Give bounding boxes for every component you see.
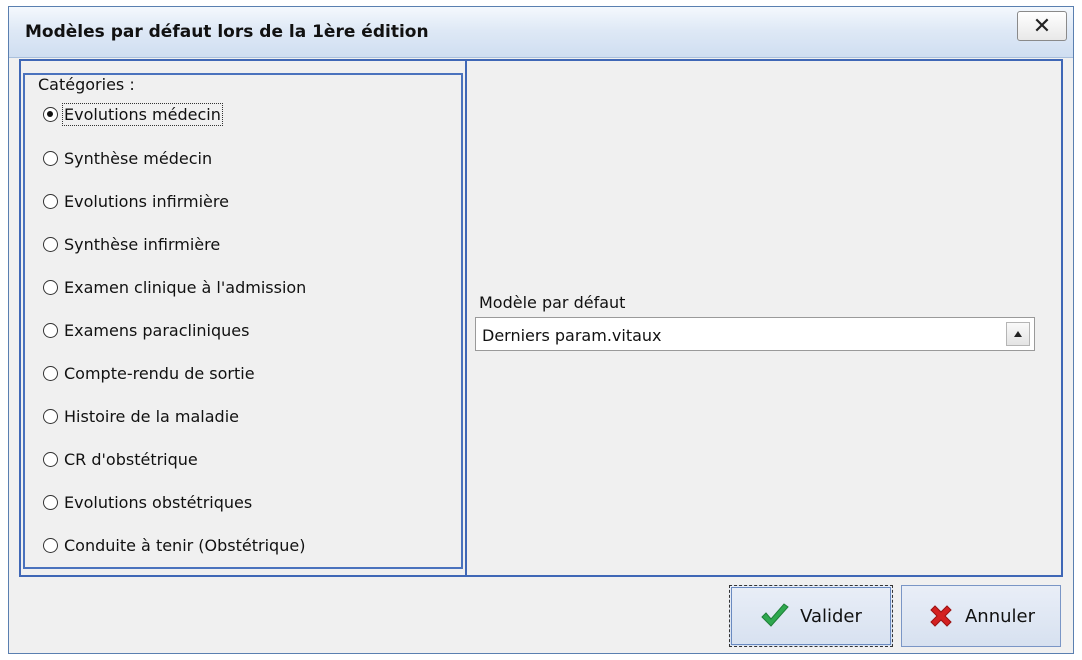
- radio-label: Synthèse infirmière: [64, 234, 221, 254]
- radio-button-icon[interactable]: [43, 106, 58, 122]
- validate-label: Valider: [800, 605, 862, 627]
- radio-button-icon[interactable]: [43, 537, 58, 553]
- categories-pane: Catégories : Evolutions médecin Synthèse…: [21, 61, 467, 575]
- radio-button-icon[interactable]: [43, 494, 58, 510]
- categories-legend: Catégories :: [35, 75, 138, 94]
- radio-label: CR d'obstétrique: [64, 449, 198, 469]
- radio-label: Evolutions médecin: [62, 102, 223, 126]
- radio-button-icon[interactable]: [43, 322, 58, 338]
- radio-button-icon[interactable]: [43, 150, 58, 166]
- dialog-window: Modèles par défaut lors de la 1ère éditi…: [8, 6, 1074, 654]
- radio-label: Compte-rendu de sortie: [64, 363, 255, 383]
- radio-label: Conduite à tenir (Obstétrique): [64, 535, 306, 555]
- check-icon: [761, 603, 789, 627]
- triangle-up-icon: [1014, 331, 1022, 337]
- button-bar: Valider Annuler: [9, 579, 1073, 653]
- title-bar: Modèles par défaut lors de la 1ère éditi…: [9, 7, 1073, 58]
- radio-button-icon[interactable]: [43, 408, 58, 424]
- radio-synthese-infirmiere[interactable]: Synthèse infirmière: [43, 231, 220, 257]
- radio-compte-rendu-sortie[interactable]: Compte-rendu de sortie: [43, 360, 255, 386]
- radio-button-icon[interactable]: [43, 193, 58, 209]
- radio-cr-obstetrique[interactable]: CR d'obstétrique: [43, 446, 198, 472]
- radio-label: Evolutions infirmière: [64, 191, 229, 211]
- close-button[interactable]: ✕: [1017, 11, 1067, 41]
- dialog-body: Catégories : Evolutions médecin Synthèse…: [19, 59, 1063, 577]
- validate-button[interactable]: Valider: [729, 585, 893, 647]
- radio-examens-paracliniques[interactable]: Examens paracliniques: [43, 317, 249, 343]
- dropdown-arrow-button[interactable]: [1006, 322, 1030, 346]
- radio-button-icon[interactable]: [43, 236, 58, 252]
- radio-label: Synthèse médecin: [64, 148, 213, 168]
- radio-examen-clinique[interactable]: Examen clinique à l'admission: [43, 274, 306, 300]
- radio-evolutions-infirmiere[interactable]: Evolutions infirmière: [43, 188, 229, 214]
- radio-label: Evolutions obstétriques: [64, 492, 253, 512]
- radio-synthese-medecin[interactable]: Synthèse médecin: [43, 145, 212, 171]
- radio-label: Histoire de la maladie: [64, 406, 239, 426]
- cancel-label: Annuler: [964, 605, 1035, 627]
- radio-conduite-a-tenir[interactable]: Conduite à tenir (Obstétrique): [43, 532, 305, 558]
- default-model-pane: Modèle par défaut Derniers param.vitaux: [467, 61, 1061, 575]
- default-model-select[interactable]: Derniers param.vitaux: [475, 317, 1035, 351]
- cancel-button[interactable]: Annuler: [901, 585, 1061, 647]
- radio-button-icon[interactable]: [43, 365, 58, 381]
- close-icon: ✕: [1032, 13, 1052, 39]
- radio-evolutions-medecin[interactable]: Evolutions médecin: [43, 101, 223, 127]
- radio-label: Examen clinique à l'admission: [64, 277, 307, 297]
- window-title: Modèles par défaut lors de la 1ère éditi…: [25, 22, 429, 42]
- radio-button-icon[interactable]: [43, 451, 58, 467]
- radio-label: Examens paracliniques: [64, 320, 250, 340]
- cross-icon: [930, 605, 952, 627]
- default-model-value: Derniers param.vitaux: [482, 326, 662, 345]
- radio-histoire-maladie[interactable]: Histoire de la maladie: [43, 403, 239, 429]
- radio-button-icon[interactable]: [43, 279, 58, 295]
- categories-groupbox: Catégories : Evolutions médecin Synthèse…: [23, 73, 463, 569]
- radio-evolutions-obstetriques[interactable]: Evolutions obstétriques: [43, 489, 252, 515]
- default-model-label: Modèle par défaut: [479, 293, 626, 312]
